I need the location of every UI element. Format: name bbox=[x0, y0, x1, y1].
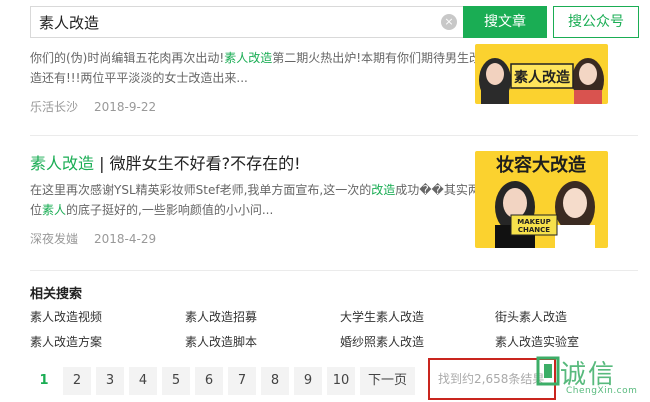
result-thumbnail[interactable]: 妆容大改造 MAKEUP CHANCE bbox=[475, 151, 608, 248]
next-page-button[interactable]: 下一页 bbox=[360, 367, 416, 395]
search-box[interactable]: × bbox=[30, 6, 465, 38]
page-link[interactable]: 10 bbox=[327, 367, 355, 395]
watermark-seal-icon bbox=[536, 356, 560, 386]
related-searches-grid: 素人改造视频 素人改造招募 大学生素人改造 街头素人改造 素人改造方案 素人改造… bbox=[30, 308, 640, 350]
result-divider bbox=[30, 135, 638, 136]
related-search-link[interactable]: 素人改造实验室 bbox=[495, 333, 640, 350]
page-link[interactable]: 9 bbox=[294, 367, 322, 395]
related-searches-title: 相关搜索 bbox=[30, 287, 83, 302]
page-link-current[interactable]: 1 bbox=[30, 367, 58, 395]
related-search-link[interactable]: 素人改造招募 bbox=[185, 308, 340, 325]
page-link[interactable]: 4 bbox=[129, 367, 157, 395]
watermark-url: ChengXin.com bbox=[566, 386, 638, 396]
page-link[interactable]: 6 bbox=[195, 367, 223, 395]
related-search-link[interactable]: 大学生素人改造 bbox=[340, 308, 495, 325]
thumb-caption: 妆容大改造 bbox=[496, 154, 586, 176]
related-search-link[interactable]: 素人改造视频 bbox=[30, 308, 185, 325]
result-date: 2018-9-22 bbox=[94, 100, 157, 114]
page-link[interactable]: 8 bbox=[261, 367, 289, 395]
thumb-badge: MAKEUP bbox=[517, 218, 550, 226]
search-accounts-button[interactable]: 搜公众号 bbox=[553, 6, 639, 38]
result-date: 2018-4-29 bbox=[94, 232, 157, 246]
search-articles-button[interactable]: 搜文章 bbox=[463, 6, 547, 38]
page-link[interactable]: 2 bbox=[63, 367, 91, 395]
result-divider bbox=[30, 270, 638, 271]
result-snippet: 在这里再次感谢YSL精英彩妆师Stef老师,我单方面宣布,这一次的改造成功��其… bbox=[30, 183, 480, 217]
page-link[interactable]: 5 bbox=[162, 367, 190, 395]
search-input[interactable] bbox=[31, 7, 421, 37]
page-link[interactable]: 3 bbox=[96, 367, 124, 395]
related-search-link[interactable]: 街头素人改造 bbox=[495, 308, 640, 325]
result-source-link[interactable]: 乐活长沙 bbox=[30, 100, 78, 114]
search-header: × 搜文章 搜公众号 bbox=[0, 0, 650, 46]
watermark-logo: 诚信 ChengXin.com bbox=[536, 354, 648, 400]
related-search-link[interactable]: 素人改造脚本 bbox=[185, 333, 340, 350]
result-thumbnail[interactable]: 素人改造 bbox=[475, 44, 608, 104]
related-search-link[interactable]: 素人改造方案 bbox=[30, 333, 185, 350]
related-search-link[interactable]: 婚纱照素人改造 bbox=[340, 333, 495, 350]
result-snippet: 你们的(伪)时尚编辑五花肉再次出动!素人改造第二期火热出炉!本期有你们期待男生改… bbox=[30, 51, 482, 85]
thumb-badge: CHANCE bbox=[518, 226, 550, 234]
clear-icon[interactable]: × bbox=[441, 14, 457, 30]
page-link[interactable]: 7 bbox=[228, 367, 256, 395]
result-source-link[interactable]: 深夜发媸 bbox=[30, 232, 78, 246]
pagination: 1 2 3 4 5 6 7 8 9 10 下一页 bbox=[30, 366, 420, 396]
thumb-caption: 素人改造 bbox=[514, 69, 570, 86]
